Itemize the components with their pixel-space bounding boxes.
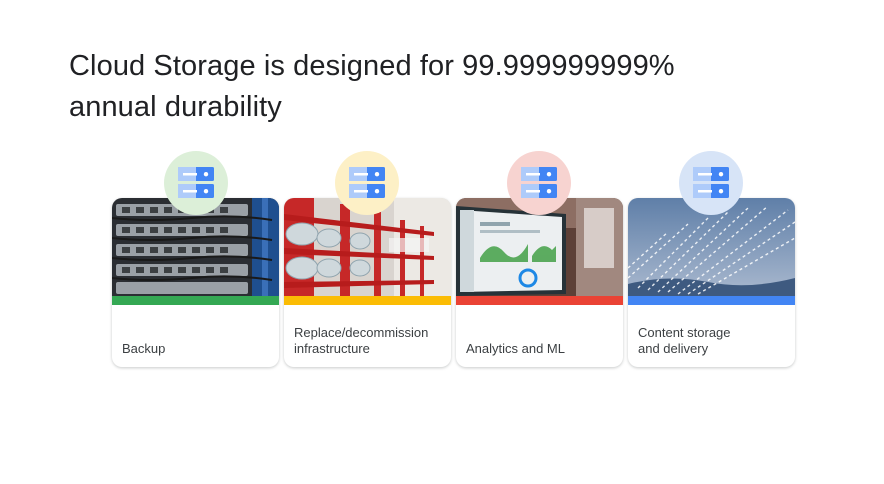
card-label: Content storage and delivery bbox=[638, 325, 788, 357]
slide-title-line-2: annual durability bbox=[69, 91, 282, 123]
card-label-line-2: and delivery bbox=[638, 341, 709, 356]
card-label-line-2: Analytics and ML bbox=[466, 341, 565, 356]
card-label-line-2: Backup bbox=[122, 341, 166, 356]
accent-bar bbox=[628, 296, 795, 305]
cloud-storage-icon bbox=[693, 167, 729, 198]
card-label: Analytics and ML bbox=[466, 341, 616, 357]
card-label: Backup bbox=[122, 341, 272, 357]
card-label: Replace/decommission infrastructure bbox=[294, 325, 444, 357]
use-case-card-replace-decommission: Replace/decommission infrastructure bbox=[284, 198, 451, 367]
cloud-storage-icon bbox=[178, 167, 214, 198]
use-case-card-analytics-ml: Analytics and ML bbox=[456, 198, 623, 367]
cloud-storage-badge bbox=[164, 151, 228, 215]
accent-bar bbox=[456, 296, 623, 305]
cloud-storage-icon bbox=[349, 167, 385, 198]
cloud-storage-icon bbox=[521, 167, 557, 198]
cloud-storage-badge bbox=[335, 151, 399, 215]
accent-bar bbox=[284, 296, 451, 305]
cloud-storage-badge bbox=[679, 151, 743, 215]
cloud-storage-badge bbox=[507, 151, 571, 215]
slide-title-line-1: Cloud Storage is designed for 99.9999999… bbox=[69, 50, 675, 82]
use-case-card-content-storage-delivery: Content storage and delivery bbox=[628, 198, 795, 367]
slide-title: Cloud Storage is designed for 99.9999999… bbox=[69, 46, 829, 128]
use-case-card-backup: Backup bbox=[112, 198, 279, 367]
accent-bar bbox=[112, 296, 279, 305]
card-label-line-1: Content storage bbox=[638, 325, 731, 340]
card-label-line-2: infrastructure bbox=[294, 341, 370, 356]
card-label-line-1: Replace/decommission bbox=[294, 325, 429, 340]
